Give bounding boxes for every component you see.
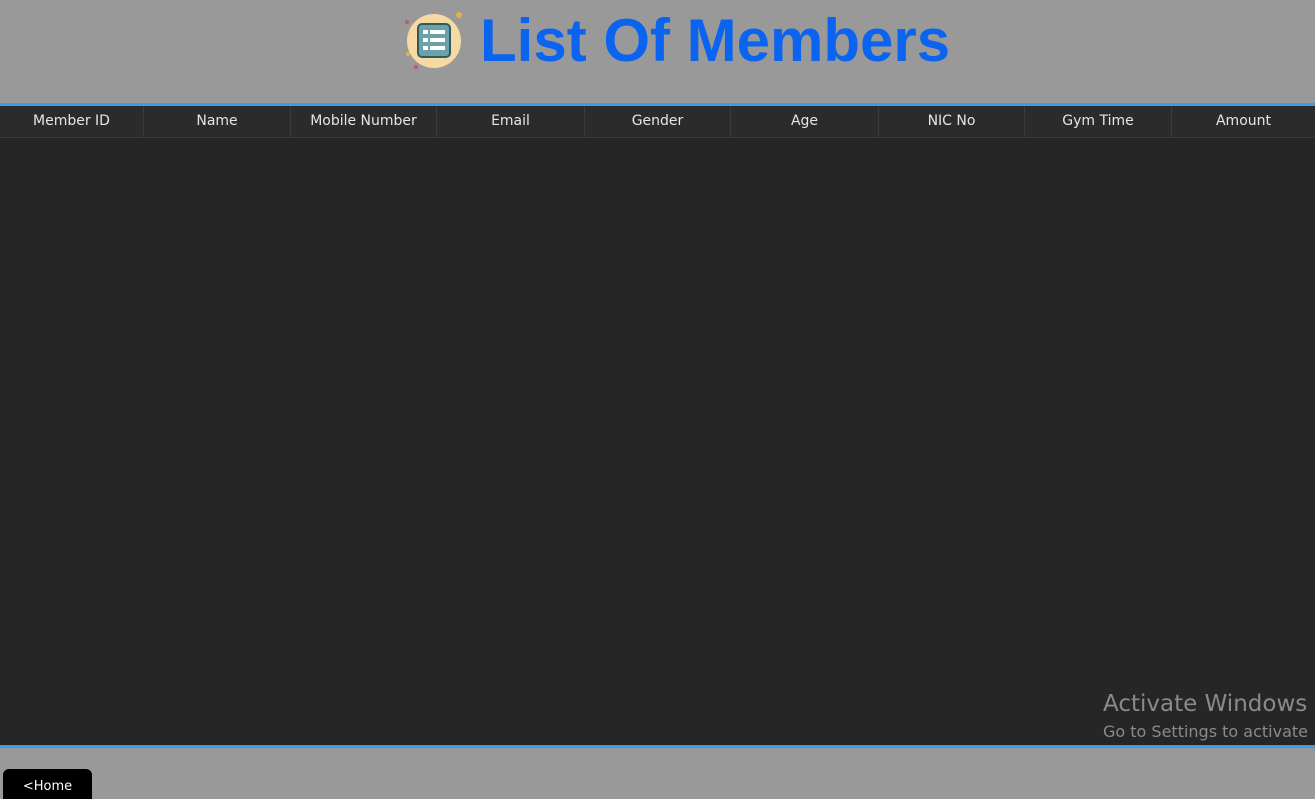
column-header-amount[interactable]: Amount bbox=[1172, 106, 1315, 137]
title-group: List Of Members bbox=[404, 8, 950, 74]
column-header-email[interactable]: Email bbox=[437, 106, 585, 137]
header: List Of Members bbox=[0, 0, 1315, 103]
column-header-age[interactable]: Age bbox=[731, 106, 879, 137]
home-button[interactable]: <Home bbox=[3, 769, 92, 799]
column-header-gym-time[interactable]: Gym Time bbox=[1025, 106, 1172, 137]
column-header-mobile-number[interactable]: Mobile Number bbox=[291, 106, 437, 137]
column-header-member-id[interactable]: Member ID bbox=[0, 106, 144, 137]
watermark-title: Activate Windows bbox=[1103, 691, 1308, 717]
column-header-gender[interactable]: Gender bbox=[585, 106, 731, 137]
members-table: Member ID Name Mobile Number Email Gende… bbox=[0, 103, 1315, 748]
page-title: List Of Members bbox=[480, 7, 951, 74]
column-header-nic-no[interactable]: NIC No bbox=[879, 106, 1025, 137]
table-header: Member ID Name Mobile Number Email Gende… bbox=[0, 106, 1315, 138]
watermark-subtitle: Go to Settings to activate bbox=[1103, 722, 1308, 741]
activation-watermark: Activate Windows Go to Settings to activ… bbox=[1103, 689, 1308, 745]
column-header-name[interactable]: Name bbox=[144, 106, 291, 137]
list-icon bbox=[404, 10, 464, 72]
footer: <Home bbox=[0, 748, 1315, 799]
table-body[interactable] bbox=[0, 140, 1315, 745]
